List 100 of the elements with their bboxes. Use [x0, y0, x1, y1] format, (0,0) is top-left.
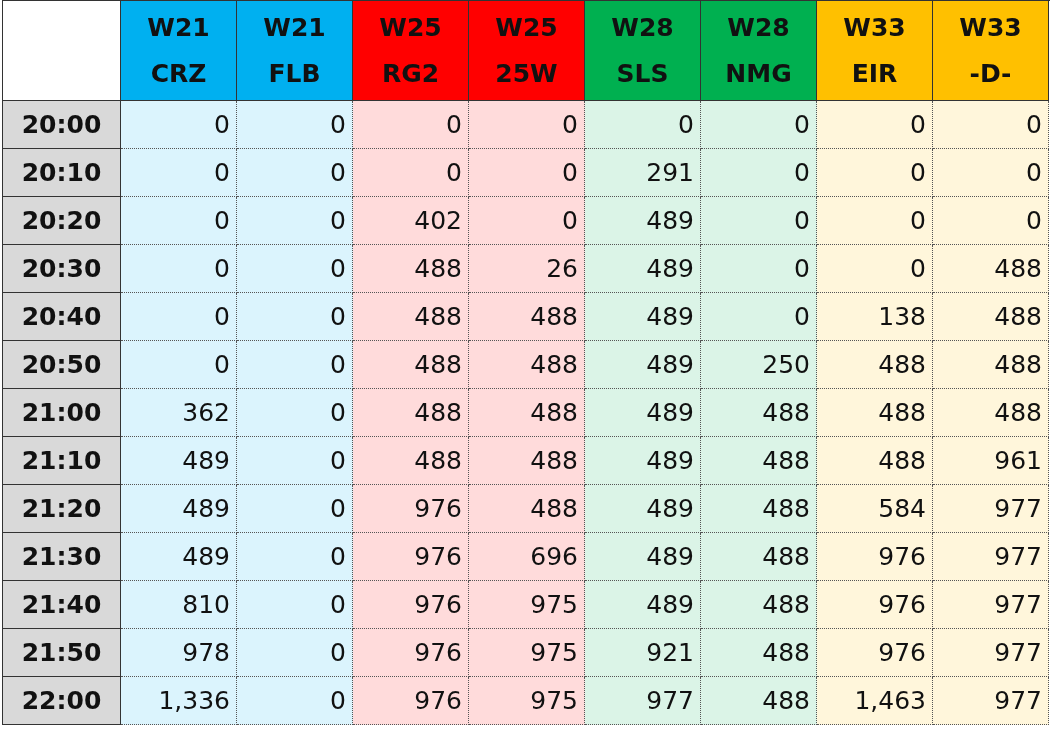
week-label: W21: [263, 13, 326, 43]
table-cell: 0: [701, 149, 817, 197]
table-cell: 291: [585, 149, 701, 197]
code-label: FLB: [268, 58, 321, 88]
code-label: 25W: [495, 58, 558, 88]
table-cell: 488: [353, 245, 469, 293]
table-cell: 488: [933, 389, 1049, 437]
table-cell: 0: [237, 629, 353, 677]
table-cell: 0: [469, 149, 585, 197]
table-cell: 0: [121, 245, 237, 293]
table-cell: 976: [817, 533, 933, 581]
time-cell: 21:20: [3, 485, 121, 533]
table-cell: 488: [817, 437, 933, 485]
table-cell: 921: [585, 629, 701, 677]
table-cell: 975: [469, 677, 585, 725]
table-cell: 488: [933, 293, 1049, 341]
table-cell: 0: [121, 149, 237, 197]
time-cell: 21:30: [3, 533, 121, 581]
table-cell: 250: [701, 341, 817, 389]
table-cell: 0: [701, 245, 817, 293]
table-cell: 0: [237, 437, 353, 485]
code-label: NMG: [725, 58, 792, 88]
table-cell: 976: [353, 581, 469, 629]
table-cell: 488: [469, 485, 585, 533]
table-cell: 0: [237, 389, 353, 437]
table-cell: 0: [701, 101, 817, 149]
table-cell: 0: [817, 149, 933, 197]
table-cell: 976: [353, 629, 469, 677]
code-label: RG2: [381, 58, 440, 88]
table-cell: 362: [121, 389, 237, 437]
table-cell: 977: [933, 677, 1049, 725]
table-cell: 489: [121, 533, 237, 581]
table-cell: 488: [933, 341, 1049, 389]
table-cell: 978: [121, 629, 237, 677]
code-label: CRZ: [150, 58, 207, 88]
table-cell: 810: [121, 581, 237, 629]
table-cell: 977: [933, 581, 1049, 629]
time-cell: 20:40: [3, 293, 121, 341]
time-cell: 22:00: [3, 677, 121, 725]
table-cell: 138: [817, 293, 933, 341]
time-cell: 21:40: [3, 581, 121, 629]
table-cell: 977: [933, 485, 1049, 533]
table-cell: 1,336: [121, 677, 237, 725]
code-label: EIR: [851, 58, 898, 88]
time-cell: 20:10: [3, 149, 121, 197]
table-cell: 489: [585, 389, 701, 437]
table-cell: 0: [469, 101, 585, 149]
table-cell: 976: [353, 533, 469, 581]
table-cell: 1,463: [817, 677, 933, 725]
table-cell: 0: [237, 485, 353, 533]
table-cell: 976: [353, 677, 469, 725]
table-cell: 977: [933, 533, 1049, 581]
time-cell: 20:20: [3, 197, 121, 245]
table-cell: 488: [469, 389, 585, 437]
week-label: W33: [843, 13, 906, 43]
table-cell: 0: [817, 245, 933, 293]
table-cell: 488: [353, 341, 469, 389]
table-cell: 489: [121, 485, 237, 533]
table-cell: 488: [353, 389, 469, 437]
table-cell: 0: [121, 197, 237, 245]
table-cell: 489: [585, 437, 701, 485]
table-cell: 0: [933, 101, 1049, 149]
table-cell: 488: [701, 677, 817, 725]
table-cell: 0: [585, 101, 701, 149]
table-cell: 0: [121, 341, 237, 389]
table-cell: 0: [933, 197, 1049, 245]
table-cell: 0: [237, 581, 353, 629]
table-cell: 0: [817, 197, 933, 245]
table-cell: 0: [237, 101, 353, 149]
time-cell: 20:30: [3, 245, 121, 293]
table-cell: 584: [817, 485, 933, 533]
table-cell: 488: [817, 341, 933, 389]
table-cell: 977: [933, 629, 1049, 677]
code-label: -D-: [969, 58, 1012, 88]
table-cell: 0: [469, 197, 585, 245]
table-cell: 976: [353, 485, 469, 533]
table-cell: 488: [701, 437, 817, 485]
table-cell: 488: [701, 533, 817, 581]
table-cell: 488: [353, 293, 469, 341]
table-cell: 488: [469, 341, 585, 389]
table-cell: 489: [585, 485, 701, 533]
table-cell: 977: [585, 677, 701, 725]
table-cell: 0: [817, 101, 933, 149]
table-cell: 0: [237, 197, 353, 245]
week-label: W33: [959, 13, 1022, 43]
table-cell: 488: [701, 485, 817, 533]
table-cell: 489: [585, 293, 701, 341]
table-cell: 0: [353, 101, 469, 149]
table-cell: 489: [585, 245, 701, 293]
table-cell: 0: [237, 341, 353, 389]
week-label: W28: [727, 13, 790, 43]
table-cell: 0: [353, 149, 469, 197]
table-cell: 488: [701, 389, 817, 437]
table-cell: 696: [469, 533, 585, 581]
table-cell: 489: [121, 437, 237, 485]
week-label: W25: [379, 13, 442, 43]
table-cell: 0: [933, 149, 1049, 197]
table-cell: 488: [469, 437, 585, 485]
table-cell: 26: [469, 245, 585, 293]
week-label: W28: [611, 13, 674, 43]
